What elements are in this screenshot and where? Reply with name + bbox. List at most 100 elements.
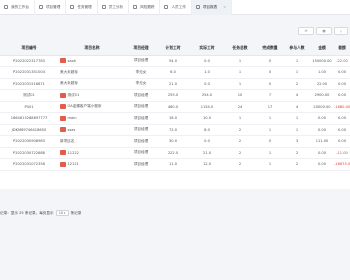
table-row[interactable]: P2022031351004 美大未超标 李无女 6.0 1.0 1 0 1 1.00 0.00 [0,66,350,79]
folder-icon [38,5,43,9]
close-icon[interactable]: × [223,5,226,9]
cell-manager: 李无女 [126,66,156,79]
refresh-button[interactable]: ⟳ [298,27,314,35]
project-name-text: 测试01 [67,92,80,97]
cell-name: saoh [58,55,126,67]
tab-task-management[interactable]: 任务管理 [66,0,98,15]
cell-name: OA金蝶客户端小程序 [58,101,126,113]
table-row[interactable]: P2022022317783 saoh 项目经理 54.0 0.0 1 0 1 150000.0… [0,55,350,67]
project-name-text: 新项目名 [60,138,75,143]
page-size-value: 10 [58,211,63,215]
pager-summary: 记录：显示 25 条记录，每页显示 [0,210,54,215]
tab-employee-analysis[interactable]: 员工分析 [98,0,130,15]
cell-amount: 0.00 [310,112,334,125]
table-row[interactable]: 测试01 测试01 项目经理 255.0 254.0 10 7 4 2900.00 0.00 [0,89,350,102]
tab-staff-work[interactable]: 人员工作 [160,0,192,15]
cell-task-total: 1 [224,55,256,67]
col-header-task-total[interactable]: 任务总数 [224,41,256,56]
tab-risk-tracking[interactable]: 风险跟踪 [129,0,161,15]
page-size-select[interactable]: 10 ▾ [55,210,69,216]
cell-amount: 150000.00 [310,55,334,67]
download-button[interactable]: ⤓ [334,27,348,35]
cell-plan-hours: 480.0 [156,101,190,113]
cell-manager: 项目经理 [126,158,156,171]
project-icon [60,127,66,133]
project-name-link[interactable]: OA金蝶客户端小程序 [60,104,126,110]
cell-amount: 111.00 [310,135,334,148]
table-row[interactable]: P2022031516871 美大未超标 李无女 21.0 0.0 1 0 2 22.00 0.0… [0,78,350,90]
project-name-link[interactable]: 美大未超标 [60,70,126,75]
tab-label: 我的工作台 [11,4,29,9]
project-name-text: main [67,116,77,121]
pager-suffix: 条记录 [70,210,82,215]
cell-task-total: 1 [224,78,256,90]
project-name-link[interactable]: 测试01 [60,92,126,98]
col-header-diff[interactable]: 差额 [334,41,350,56]
table-row[interactable]: P001 OA金蝶客户端小程序 项目经理 480.0 1154.0 24 17 4 20000.… [0,101,350,113]
col-header-name[interactable]: 项目名称 [58,41,126,56]
download-icon: ⤓ [340,29,342,33]
user-icon [101,5,106,9]
cell-id: P2022030908983 [0,135,58,148]
cell-people: 2 [284,78,310,90]
table-row[interactable]: P2022031072358 12121 项目经理 11.0 12.0 2 1 2 0.00 -1… [0,158,350,171]
project-name-link[interactable]: 12121 [60,161,126,167]
col-header-people[interactable]: 参与人数 [284,41,310,56]
col-header-actual-hours[interactable]: 实际工时 [190,41,224,56]
tab-label: 人员工作 [171,4,186,9]
col-header-done-count[interactable]: 完成数量 [256,41,284,56]
col-header-amount[interactable]: 金额 [310,41,334,56]
cell-diff: 0.00 [334,112,350,125]
project-name-link[interactable]: 11222 [60,150,126,156]
cell-diff: -11.00 [334,147,350,159]
cell-diff: 0.00 [334,66,350,79]
table-row[interactable]: P2022030908983 新项目名 项目经理 30.0 0.0 2 0 3 111.00 0.… [0,135,350,148]
col-header-id[interactable]: 项目编号 [0,41,58,56]
cell-manager: 项目经理 [126,147,156,159]
cell-people: 1 [284,124,310,136]
cell-name: ssas [58,124,126,136]
table-row[interactable]: JDKM69746418650 ssas 项目经理 72.0 8.0 2 1 1 0.00 0.0… [0,124,350,136]
grid-icon: ▦ [322,29,326,33]
cell-task-total: 10 [224,89,256,102]
cell-task-total: 2 [224,124,256,136]
cell-done-count: 0 [256,55,284,67]
tab-project-report[interactable]: 项目报表 × [191,0,233,15]
cell-name: 12121 [58,158,126,171]
cell-amount: 0.00 [310,158,334,171]
project-name-link[interactable]: main [60,115,126,121]
cell-people: 1 [284,55,310,67]
tab-label: 项目管理 [45,4,61,9]
cell-diff: 0.00 [334,89,350,102]
chevron-down-icon: ▾ [63,211,66,215]
cell-task-total: 2 [224,147,256,159]
cell-done-count: 0 [256,78,284,90]
cell-amount: 22.00 [310,78,334,90]
cell-diff: 0.00 [334,135,350,148]
table-row[interactable]: P2022030722688 11222 项目经理 222.0 21.0 2 1 2 0.00-… [0,147,350,159]
people-icon [164,5,169,9]
cell-plan-hours: 6.0 [156,66,190,79]
report-icon [195,5,200,9]
col-header-manager[interactable]: 项目经理 [126,41,156,56]
cell-actual-hours: 0.0 [190,135,224,148]
tab-workbench[interactable]: 我的工作台 [0,0,35,15]
tab-project-management[interactable]: 项目管理 [35,0,67,15]
col-header-plan-hours[interactable]: 计划工时 [156,41,190,56]
table-row[interactable]: 1664613268697777 main 项目经理 18.0 10.0 1 1 1 0.00 0… [0,112,350,125]
home-icon [4,5,8,9]
cell-actual-hours: 8.0 [190,124,224,136]
project-name-text: 11222 [67,150,79,155]
project-name-text: 美大未超标 [60,81,78,86]
project-icon [60,92,66,98]
project-name-link[interactable]: ssas [60,127,126,133]
cell-manager: 项目经理 [126,135,156,148]
cell-done-count: 1 [256,158,284,171]
cell-name: main [58,112,126,125]
cell-plan-hours: 222.0 [156,147,190,159]
project-name-link[interactable]: saoh [60,58,126,64]
grid-view-button[interactable]: ▦ [316,27,332,35]
project-name-link[interactable]: 美大未超标 [60,81,126,86]
cell-diff: 0.00 [334,124,350,136]
project-name-link[interactable]: 新项目名 [60,139,126,144]
